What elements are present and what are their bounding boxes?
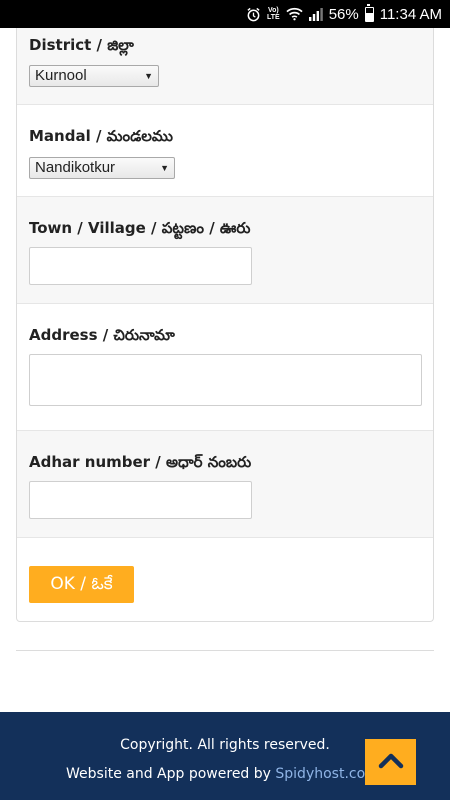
mandal-select[interactable]: Nandikotkur ▼ xyxy=(29,157,175,179)
signal-icon xyxy=(308,6,323,22)
clock: 11:34 AM xyxy=(379,5,442,23)
district-selected-value: Kurnool xyxy=(35,67,87,84)
mandal-row: Mandal / మండలము Nandikotkur ▼ xyxy=(17,105,433,197)
battery-icon xyxy=(364,3,374,22)
address-label: Address / చిరునామా xyxy=(29,326,175,344)
divider xyxy=(16,650,434,651)
address-row: Address / చిరునామా xyxy=(17,304,433,431)
volte-label: Vo) xyxy=(267,7,279,14)
adhar-row: Adhar number / అధార్ నంబరు xyxy=(17,431,433,538)
powered-prefix: Website and App powered by xyxy=(66,766,276,782)
dropdown-arrow-icon: ▼ xyxy=(144,71,153,81)
scroll-to-top-button[interactable] xyxy=(365,739,416,785)
district-select[interactable]: Kurnool ▼ xyxy=(29,65,159,87)
alarm-icon xyxy=(246,6,261,22)
address-textarea[interactable] xyxy=(29,354,422,406)
powered-by-text: Website and App powered by Spidyhost.co xyxy=(66,766,365,782)
district-row: District / జిల్లా Kurnool ▼ xyxy=(17,28,433,105)
district-label: District / జిల్లా xyxy=(29,36,134,54)
adhar-input[interactable] xyxy=(29,481,252,519)
mandal-selected-value: Nandikotkur xyxy=(35,159,116,176)
dropdown-arrow-icon: ▼ xyxy=(160,163,169,173)
town-label: Town / Village / పట్టణం / ఊరు xyxy=(29,219,251,237)
wifi-icon xyxy=(286,6,303,22)
town-row: Town / Village / పట్టణం / ఊరు xyxy=(17,197,433,304)
form-card: District / జిల్లా Kurnool ▼ Mandal / మండ… xyxy=(16,28,434,622)
battery-percent: 56% xyxy=(328,5,359,23)
adhar-label: Adhar number / అధార్ నంబరు xyxy=(29,453,252,471)
chevron-up-icon xyxy=(378,751,404,773)
status-bar: Vo) LTE 56% 11:34 AM xyxy=(0,0,450,28)
mandal-label: Mandal / మండలము xyxy=(29,127,173,145)
ok-button[interactable]: OK / ఓకే xyxy=(29,566,134,603)
spidyhost-link[interactable]: Spidyhost.co xyxy=(275,766,365,782)
lte-label: LTE xyxy=(267,14,280,21)
volte-indicator: Vo) LTE xyxy=(267,6,280,22)
town-input[interactable] xyxy=(29,247,252,285)
